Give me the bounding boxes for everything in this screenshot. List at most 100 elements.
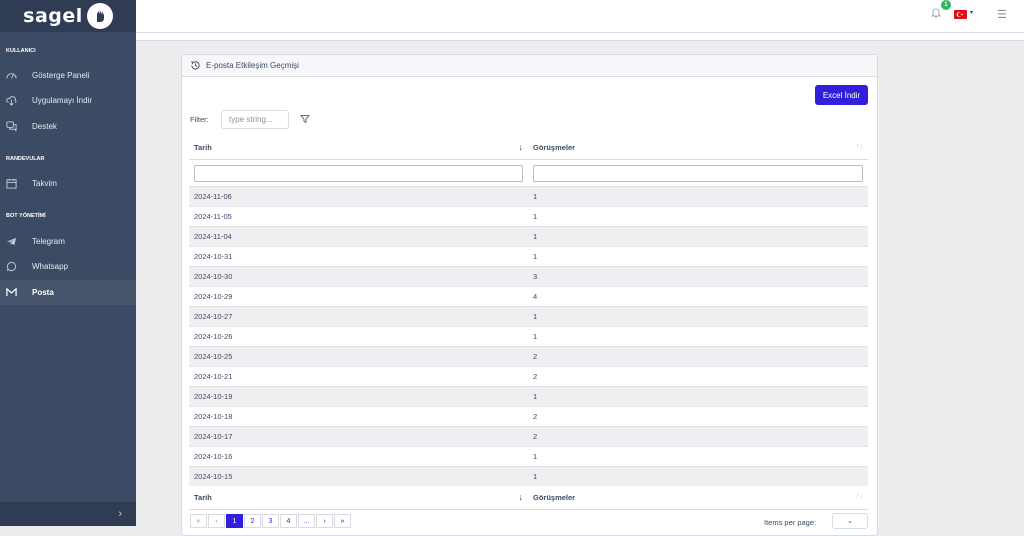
column-filter-row <box>189 160 868 187</box>
excel-download-button[interactable]: Excel İndir <box>815 85 868 105</box>
column-footer-date[interactable]: Tarih ↓ <box>189 486 528 510</box>
date-cell: 2024-10-18 <box>189 406 528 427</box>
history-icon <box>191 60 200 70</box>
date-cell: 2024-10-15 <box>189 466 528 486</box>
column-filter-cell <box>528 160 868 187</box>
sidebar-item-calendar[interactable]: Takvim <box>0 171 136 196</box>
sidebar-item-dashboard[interactable]: Gösterge Paneli <box>0 63 136 88</box>
nav-section-title: BOT YÖNETİMİ <box>6 213 46 219</box>
card-title: E-posta Etkileşim Geçmişi <box>206 61 299 70</box>
filter-funnel-icon[interactable] <box>300 114 310 124</box>
table-row: 2024-11-05 1 <box>189 206 868 227</box>
table-row: 2024-10-29 4 <box>189 286 868 307</box>
hand-logo-icon <box>86 3 113 29</box>
chat-icon <box>6 121 32 132</box>
hamburger-menu-icon[interactable]: ☰ <box>997 8 1007 21</box>
table-row: 2024-10-27 1 <box>189 306 868 327</box>
count-cell: 1 <box>528 386 868 407</box>
sidebar-item-whatsapp[interactable]: Whatsapp <box>0 254 136 279</box>
date-cell: 2024-10-29 <box>189 286 528 307</box>
chevron-right-icon: › <box>118 508 122 520</box>
sort-icon[interactable]: ↑↓ <box>856 143 863 150</box>
sidebar-item-download-app[interactable]: Uygulamayı İndir <box>0 88 136 113</box>
bell-icon[interactable] <box>931 8 941 18</box>
column-footer-count[interactable]: Görüşmeler ↑↓ <box>528 486 868 510</box>
brand-logo[interactable]: sagel <box>0 0 136 32</box>
sort-desc-icon[interactable]: ↓ <box>519 142 524 152</box>
column-filter-cell <box>189 160 528 187</box>
count-cell: 4 <box>528 286 868 307</box>
column-label: Görüşmeler <box>533 143 576 152</box>
chevron-down-icon: ⌄ <box>847 518 853 525</box>
count-cell: 1 <box>528 306 868 327</box>
telegram-icon <box>6 236 32 247</box>
sidebar-item-support[interactable]: Destek <box>0 114 136 139</box>
date-cell: 2024-11-04 <box>189 226 528 247</box>
table-row: 2024-10-31 1 <box>189 246 868 267</box>
column-label: Tarih <box>194 493 212 502</box>
table-row: 2024-10-26 1 <box>189 326 868 347</box>
date-cell: 2024-10-26 <box>189 326 528 347</box>
count-cell: 2 <box>528 346 868 367</box>
date-column-filter[interactable] <box>194 164 523 182</box>
date-cell: 2024-10-31 <box>189 246 528 267</box>
column-header-count[interactable]: Görüşmeler ↑↓ <box>528 136 868 160</box>
items-per-page-select[interactable]: ⌄ <box>832 513 868 529</box>
nav-section-title: RANDEVULAR <box>6 156 45 162</box>
gmail-icon <box>6 287 32 298</box>
table-row: 2024-10-17 2 <box>189 426 868 447</box>
speedometer-icon <box>6 70 32 81</box>
table-row: 2024-10-15 1 <box>189 466 868 486</box>
count-cell: 1 <box>528 186 868 207</box>
table-row: 2024-11-04 1 <box>189 226 868 247</box>
table-row: 2024-10-30 3 <box>189 266 868 287</box>
sidebar-item-label: Posta <box>32 288 54 297</box>
table-row: 2024-10-21 2 <box>189 366 868 387</box>
sidebar-item-mail[interactable]: Posta <box>0 280 136 305</box>
count-cell: 3 <box>528 266 868 287</box>
calendar-icon <box>6 178 32 189</box>
email-history-card: E-posta Etkileşim Geçmişi Excel İndir Fi… <box>181 54 878 536</box>
filter-label: Filter: <box>190 115 209 124</box>
card-header: E-posta Etkileşim Geçmişi <box>182 55 877 77</box>
caret-down-icon[interactable]: ▾ <box>970 9 973 16</box>
sidebar-item-label: Gösterge Paneli <box>32 71 90 80</box>
column-header-date[interactable]: Tarih ↓ <box>189 136 528 160</box>
date-cell: 2024-10-30 <box>189 266 528 287</box>
sidebar-item-label: Whatsapp <box>32 262 69 271</box>
brand-name: sagel <box>23 5 83 27</box>
sidebar-item-label: Telegram <box>32 237 65 246</box>
table-row: 2024-10-19 1 <box>189 386 868 407</box>
sort-desc-icon[interactable]: ↓ <box>519 492 524 502</box>
filter-input[interactable]: type string... <box>221 110 289 129</box>
count-cell: 2 <box>528 426 868 447</box>
whatsapp-icon <box>6 261 32 272</box>
column-label: Görüşmeler <box>533 493 576 502</box>
turkey-flag-icon[interactable] <box>954 10 967 19</box>
count-cell: 2 <box>528 406 868 427</box>
date-cell: 2024-10-25 <box>189 346 528 367</box>
date-cell: 2024-10-19 <box>189 386 528 407</box>
count-cell: 1 <box>528 466 868 486</box>
table-row: 2024-11-06 1 <box>189 186 868 207</box>
date-cell: 2024-10-16 <box>189 446 528 467</box>
count-cell: 1 <box>528 246 868 267</box>
sidebar: sagel KULLANICI Gösterge Paneli Uygulama… <box>0 0 136 526</box>
date-cell: 2024-10-17 <box>189 426 528 447</box>
sidebar-toggle[interactable]: › <box>0 502 136 526</box>
sub-header <box>136 33 1024 41</box>
cloud-download-icon <box>6 95 32 106</box>
date-cell: 2024-10-27 <box>189 306 528 327</box>
nav-section-title: KULLANICI <box>6 48 36 54</box>
table-row: 2024-10-18 2 <box>189 406 868 427</box>
count-column-filter[interactable] <box>533 164 863 182</box>
data-table: Tarih ↓ Görüşmeler ↑↓ 2024-11-06 1 2024-11-0… <box>189 136 868 510</box>
sort-icon[interactable]: ↑↓ <box>856 493 863 500</box>
table-row: 2024-10-16 1 <box>189 446 868 467</box>
notification-badge: 1 <box>941 0 951 10</box>
count-cell: 1 <box>528 446 868 467</box>
sidebar-item-label: Takvim <box>32 179 57 188</box>
sidebar-item-telegram[interactable]: Telegram <box>0 229 136 254</box>
sidebar-item-label: Uygulamayı İndir <box>32 96 93 105</box>
count-cell: 1 <box>528 206 868 227</box>
